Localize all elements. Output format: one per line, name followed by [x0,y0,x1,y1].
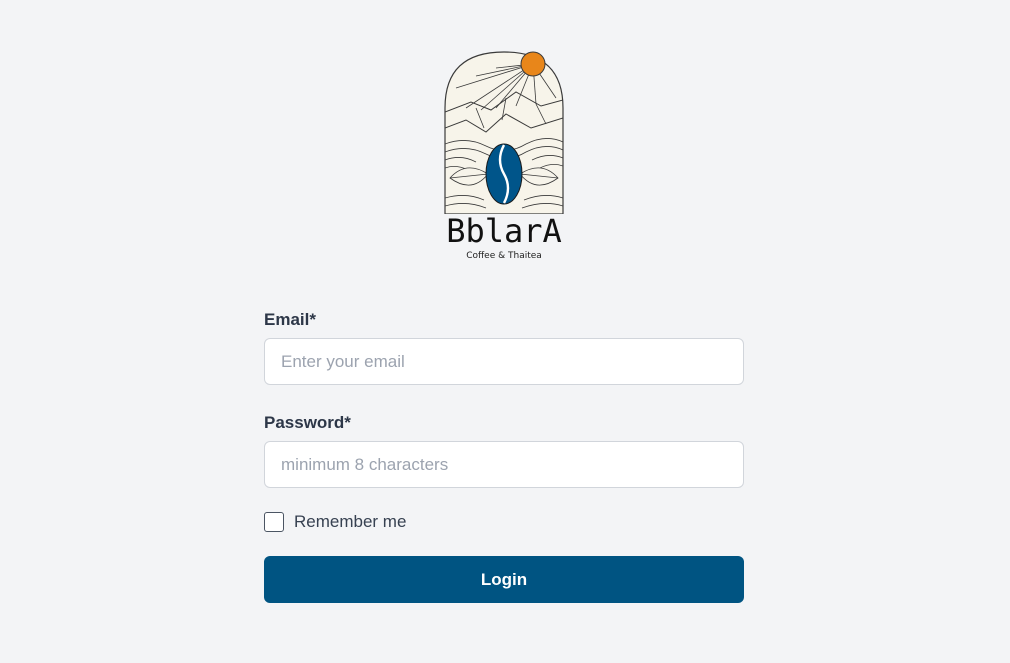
email-field-group: Email* [264,308,744,385]
brand-tagline: Coffee & Thaitea [466,251,542,261]
email-input[interactable] [264,338,744,385]
remember-me-label[interactable]: Remember me [294,512,406,532]
login-button[interactable]: Login [264,556,744,603]
remember-me-row[interactable]: Remember me [264,510,744,534]
brand-logo: BblarA Coffee & Thaitea [436,48,576,266]
remember-me-checkbox[interactable] [264,512,284,532]
password-label: Password* [264,413,351,432]
login-form: Email* Password* Remember me Login [264,308,744,603]
login-page: BblarA Coffee & Thaitea Email* Password*… [0,0,1010,663]
brand-name: BblarA [446,212,562,250]
password-input[interactable] [264,441,744,488]
password-field-group: Password* [264,411,744,488]
email-label: Email* [264,310,316,329]
coffee-bean-arch-logo-icon [444,51,564,214]
